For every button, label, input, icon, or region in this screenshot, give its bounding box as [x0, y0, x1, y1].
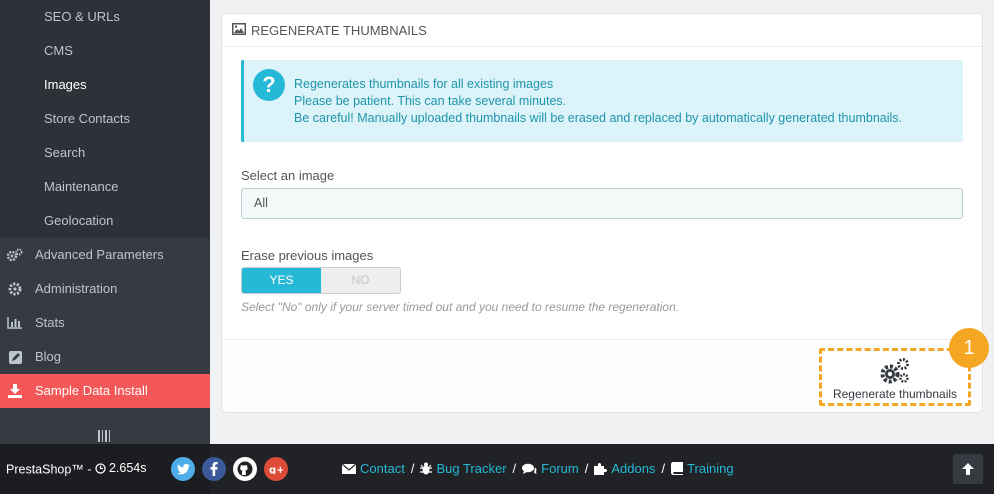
- sidebar-item-label: Administration: [35, 281, 118, 296]
- google-plus-icon[interactable]: g+: [264, 457, 288, 481]
- link-label: Training: [687, 461, 734, 476]
- panel-footer: Regenerate thumbnails: [222, 339, 982, 412]
- switch-no-option[interactable]: NO: [321, 268, 400, 293]
- sidebar-item-sample-data-install[interactable]: Sample Data Install: [0, 374, 210, 408]
- panel-title: REGENERATE THUMBNAILS: [251, 22, 427, 38]
- sidebar-item-stats[interactable]: Stats: [0, 306, 210, 340]
- arrow-up-icon: [962, 463, 974, 475]
- book-icon: [671, 462, 684, 475]
- sidebar-collapse-icon[interactable]: [98, 430, 110, 442]
- link-label: Bug Tracker: [436, 461, 507, 476]
- sidebar-item-store-contacts[interactable]: Store Contacts: [0, 102, 210, 136]
- envelope-icon: [342, 463, 356, 474]
- bar-chart-icon: [7, 306, 23, 340]
- footer-link-training[interactable]: Training: [671, 461, 734, 476]
- clock-icon: [95, 462, 106, 474]
- pencil-square-icon: [7, 340, 23, 374]
- link-separator: /: [661, 461, 666, 476]
- sidebar-item-label: Blog: [35, 349, 62, 364]
- sidebar-item-label: Advanced Parameters: [35, 247, 164, 262]
- load-timer: 2.654s: [95, 461, 147, 475]
- footer-link-forum[interactable]: Forum: [522, 461, 579, 476]
- link-label: Contact: [360, 461, 405, 476]
- sidebar-item-seo-urls[interactable]: SEO & URLs: [0, 0, 210, 34]
- regenerate-thumbnails-panel: REGENERATE THUMBNAILS ? Regenerates thum…: [221, 13, 983, 413]
- footer-links: Contact / Bug Tracker / Forum / Addons /…: [342, 461, 734, 476]
- sidebar-item-images[interactable]: Images: [0, 68, 210, 102]
- alert-line: Please be patient. This can take several…: [294, 94, 567, 108]
- link-label: Addons: [611, 461, 656, 476]
- cogs-icon: [880, 358, 909, 384]
- timer-value: 2.654s: [108, 461, 147, 475]
- sidebar-item-cms[interactable]: CMS: [0, 34, 210, 68]
- page-footer: PrestaShop™ - 2.654s g+ Contact / Bug Tr…: [0, 444, 994, 494]
- regenerate-button-label: Regenerate thumbnails: [832, 387, 958, 401]
- alert-line: Regenerates thumbnails for all existing …: [294, 77, 554, 91]
- sidebar-item-label: Stats: [35, 315, 65, 330]
- link-separator: /: [410, 461, 415, 476]
- download-icon: [7, 374, 23, 408]
- scroll-to-top-button[interactable]: [953, 454, 983, 484]
- sidebar-submenu: SEO & URLs CMS Images Store Contacts Sea…: [0, 0, 210, 238]
- sidebar-item-search[interactable]: Search: [0, 136, 210, 170]
- callout-badge: 1: [949, 328, 989, 368]
- erase-previous-label: Erase previous images: [241, 248, 374, 263]
- svg-text:g+: g+: [269, 465, 283, 474]
- github-icon[interactable]: [233, 457, 257, 481]
- erase-previous-switch: YES NO: [241, 267, 401, 294]
- brand-text: PrestaShop™ -: [6, 462, 92, 477]
- regenerate-thumbnails-button[interactable]: Regenerate thumbnails: [819, 348, 971, 406]
- footer-link-bug-tracker[interactable]: Bug Tracker: [420, 461, 507, 476]
- sidebar-item-geolocation[interactable]: Geolocation: [0, 204, 210, 238]
- picture-icon: [232, 22, 246, 38]
- panel-heading: REGENERATE THUMBNAILS: [222, 14, 982, 47]
- sidebar: SEO & URLs CMS Images Store Contacts Sea…: [0, 0, 210, 444]
- link-separator: /: [584, 461, 589, 476]
- alert-line: Be careful! Manually uploaded thumbnails…: [294, 111, 903, 125]
- gears-icon: [7, 238, 23, 272]
- twitter-icon[interactable]: [171, 457, 195, 481]
- comments-icon: [522, 463, 537, 474]
- help-text: Select "No" only if your server timed ou…: [241, 300, 680, 314]
- select-image-label: Select an image: [241, 168, 335, 183]
- footer-link-contact[interactable]: Contact: [342, 461, 405, 476]
- sidebar-item-administration[interactable]: Administration: [0, 272, 210, 306]
- facebook-icon[interactable]: [202, 457, 226, 481]
- footer-brand: PrestaShop™ - 2.654s: [6, 461, 146, 477]
- gear-icon: [7, 272, 23, 306]
- image-type-select[interactable]: All: [241, 188, 963, 219]
- puzzle-icon: [594, 463, 608, 475]
- link-label: Forum: [541, 461, 579, 476]
- link-separator: /: [512, 461, 517, 476]
- sidebar-item-label: Sample Data Install: [35, 383, 148, 398]
- footer-link-addons[interactable]: Addons: [594, 461, 655, 476]
- sidebar-item-advanced-parameters[interactable]: Advanced Parameters: [0, 238, 210, 272]
- info-alert: ? Regenerates thumbnails for all existin…: [241, 60, 963, 142]
- switch-yes-option[interactable]: YES: [242, 268, 321, 293]
- question-circle-icon: ?: [253, 69, 285, 101]
- bug-icon: [420, 462, 433, 475]
- sidebar-item-maintenance[interactable]: Maintenance: [0, 170, 210, 204]
- sidebar-item-blog[interactable]: Blog: [0, 340, 210, 374]
